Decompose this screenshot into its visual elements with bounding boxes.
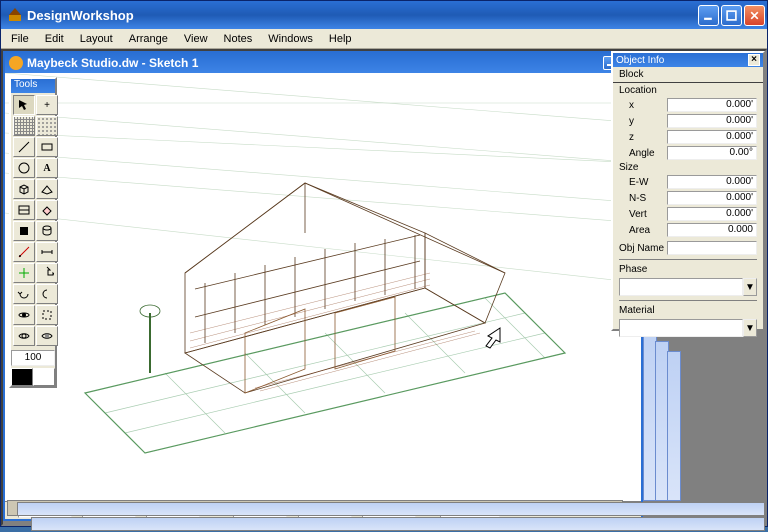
document-title: Maybeck Studio.dw - Sketch 1 [27,56,603,70]
document-icon [9,56,23,70]
tool-move-ground[interactable] [13,263,35,283]
menu-layout[interactable]: Layout [72,31,121,47]
app-window: DesignWorkshop File Edit Layout Arrange … [0,0,768,527]
viewport-canvas[interactable] [5,73,641,501]
menu-notes[interactable]: Notes [216,31,261,47]
loc-x-label: x [619,100,667,111]
tool-erase[interactable] [36,200,58,220]
objname-field[interactable] [667,241,757,255]
scrollbar-ghost-1[interactable] [17,502,765,516]
tool-text[interactable]: A [36,158,58,178]
object-info-close-button[interactable]: × [748,54,760,66]
tool-arrow[interactable] [13,95,35,115]
tool-crosshair[interactable]: + [36,95,58,115]
area-field[interactable]: 0.000 [667,223,757,237]
tool-grid-dots[interactable] [36,116,58,136]
tool-rect[interactable] [36,137,58,157]
objname-label: Obj Name [619,243,667,254]
app-icon [7,7,23,23]
tools-color-bar[interactable] [11,368,55,386]
maximize-button[interactable] [721,5,742,26]
tool-cube[interactable] [13,179,35,199]
tool-poly3d[interactable] [36,179,58,199]
tool-rotate-v[interactable] [36,284,58,304]
loc-y-label: y [619,116,667,127]
document-titlebar[interactable]: Maybeck Studio.dw - Sketch 1 [5,53,641,73]
menu-help[interactable]: Help [321,31,360,47]
tool-move-3d[interactable] [36,263,58,283]
material-select[interactable]: ▼ [619,319,757,337]
tool-line[interactable] [13,137,35,157]
chevron-down-icon: ▼ [743,278,757,296]
phase-label: Phase [619,264,667,275]
ghost-window [667,351,681,501]
loc-x-field[interactable]: 0.000' [667,98,757,112]
size-ns-label: N-S [619,193,667,204]
loc-y-field[interactable]: 0.000' [667,114,757,128]
tool-cylinder[interactable] [36,221,58,241]
close-button[interactable] [744,5,765,26]
app-titlebar[interactable]: DesignWorkshop [1,1,767,29]
object-type-label: Block [613,67,763,83]
size-ew-field[interactable]: 0.000' [667,175,757,189]
scrollbar-ghost-2[interactable] [31,517,765,531]
angle-label: Angle [619,148,667,159]
size-vert-label: Vert [619,209,667,220]
tool-eye-shade[interactable] [36,326,58,346]
object-info-titlebar[interactable]: Object Info × [613,53,763,67]
tool-box-filled[interactable] [13,221,35,241]
drawing-content [5,73,641,473]
tools-scale-value[interactable]: 100 [11,350,55,366]
tool-orbit[interactable] [13,305,35,325]
object-info-panel[interactable]: Object Info × Block Location x0.000' y0.… [611,51,765,331]
size-ns-field[interactable]: 0.000' [667,191,757,205]
phase-select[interactable]: ▼ [619,278,757,296]
size-ew-label: E-W [619,177,667,188]
menu-windows[interactable]: Windows [260,31,321,47]
menubar: File Edit Layout Arrange View Notes Wind… [1,29,767,49]
area-label: Area [619,225,667,236]
tool-ruler[interactable] [13,242,35,262]
menu-arrange[interactable]: Arrange [121,31,176,47]
tool-dimension[interactable] [36,242,58,262]
tool-wall[interactable] [13,200,35,220]
tools-palette[interactable]: Tools + A [9,77,57,388]
app-title: DesignWorkshop [27,8,698,23]
loc-z-label: z [619,132,667,143]
tool-zoom-box[interactable] [36,305,58,325]
location-section-label: Location [619,85,757,96]
size-vert-field[interactable]: 0.000' [667,207,757,221]
angle-field[interactable]: 0.00° [667,146,757,160]
tool-circle[interactable] [13,158,35,178]
minimize-button[interactable] [698,5,719,26]
loc-z-field[interactable]: 0.000' [667,130,757,144]
material-label: Material [619,305,667,316]
tool-grid-fine[interactable] [13,116,35,136]
document-window: Maybeck Studio.dw - Sketch 1 Tools + [3,51,643,521]
size-section-label: Size [619,162,757,173]
tool-rotate-h[interactable] [13,284,35,304]
chevron-down-icon: ▼ [743,319,757,337]
tool-eye-wire[interactable] [13,326,35,346]
menu-view[interactable]: View [176,31,216,47]
tools-title: Tools [11,79,55,93]
menu-file[interactable]: File [3,31,37,47]
mdi-workspace: Maybeck Studio.dw - Sketch 1 Tools + [1,49,767,526]
menu-edit[interactable]: Edit [37,31,72,47]
object-info-title: Object Info [616,55,748,66]
